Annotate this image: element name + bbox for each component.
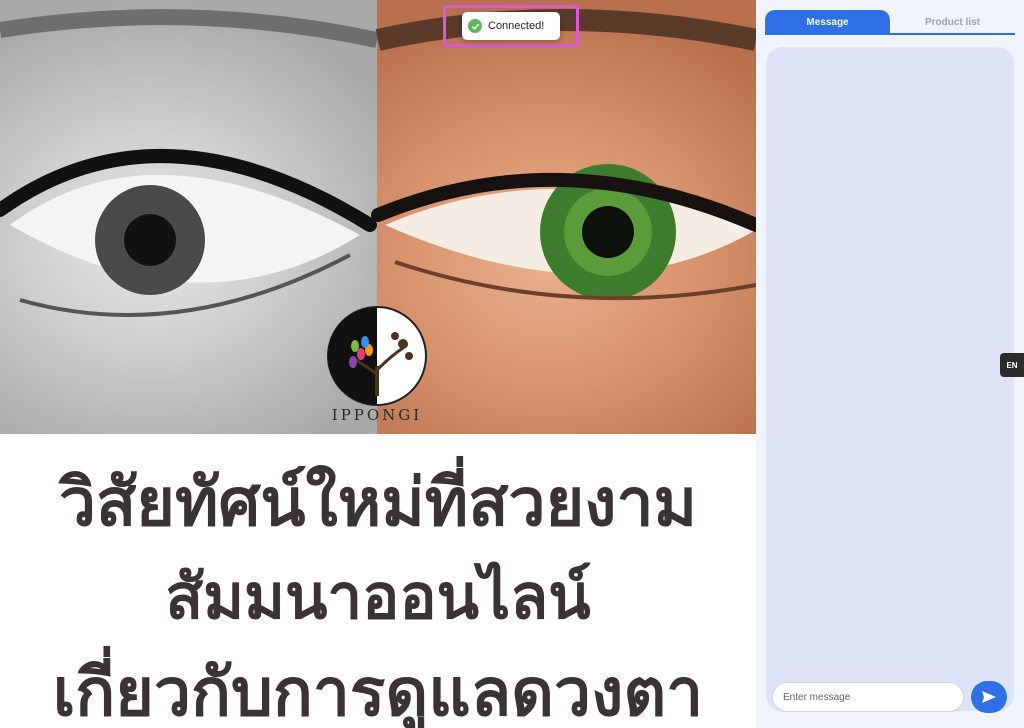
tab-product-list[interactable]: Product list xyxy=(890,10,1015,35)
chat-tabs: Message Product list xyxy=(765,10,1015,35)
language-toggle[interactable]: EN xyxy=(1000,353,1024,377)
message-list[interactable] xyxy=(766,47,1014,711)
video-stage: IPPONGI วิสัยทัศน์ใหม่ที่สวยงาม สัมมนาออ… xyxy=(0,0,756,728)
chat-panel: Message Product list xyxy=(756,0,1024,728)
connected-toast: Connected! xyxy=(462,12,560,40)
headline-line-3: เกี่ยวกับการดูแลดวงตา xyxy=(52,654,704,728)
toast-message: Connected! xyxy=(488,20,545,32)
check-circle-icon xyxy=(468,19,482,33)
message-input[interactable] xyxy=(772,682,964,712)
send-button[interactable] xyxy=(971,681,1007,713)
headline-line-2: สัมมนาออนไลน์ xyxy=(165,560,591,633)
headline-line-1: วิสัยทัศน์ใหม่ที่สวยงาม xyxy=(58,464,698,541)
ippongi-logo xyxy=(327,306,427,406)
send-icon xyxy=(982,691,996,703)
logo-wordmark: IPPONGI xyxy=(331,406,423,424)
tab-message[interactable]: Message xyxy=(765,10,890,35)
